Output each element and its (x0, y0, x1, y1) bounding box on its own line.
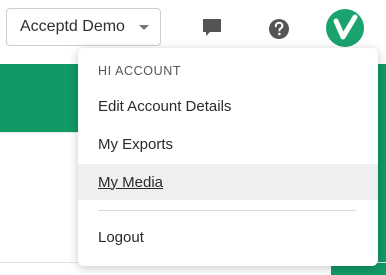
menu-item-label: Edit Account Details (98, 97, 232, 115)
chevron-down-icon (139, 25, 149, 30)
menu-item-logout[interactable]: Logout (78, 219, 378, 255)
menu-item-edit-account-details[interactable]: Edit Account Details (78, 88, 378, 124)
account-selector-label: Acceptd Demo (20, 18, 125, 35)
acceptd-logo-icon[interactable] (326, 9, 364, 47)
menu-item-my-exports[interactable]: My Exports (78, 126, 378, 162)
menu-item-label: Logout (98, 228, 144, 246)
menu-item-label: My Exports (98, 135, 174, 153)
chat-bubble-icon[interactable] (200, 16, 224, 40)
menu-item-my-media[interactable]: My Media (78, 164, 378, 200)
help-circle-icon[interactable] (266, 16, 292, 42)
account-selector[interactable]: Acceptd Demo (6, 8, 161, 46)
menu-header: HI ACCOUNT (98, 64, 182, 78)
menu-divider (98, 210, 356, 211)
account-dropdown-menu: HI ACCOUNT Edit Account Details My Expor… (78, 48, 378, 266)
menu-item-label: My Media (98, 173, 164, 191)
